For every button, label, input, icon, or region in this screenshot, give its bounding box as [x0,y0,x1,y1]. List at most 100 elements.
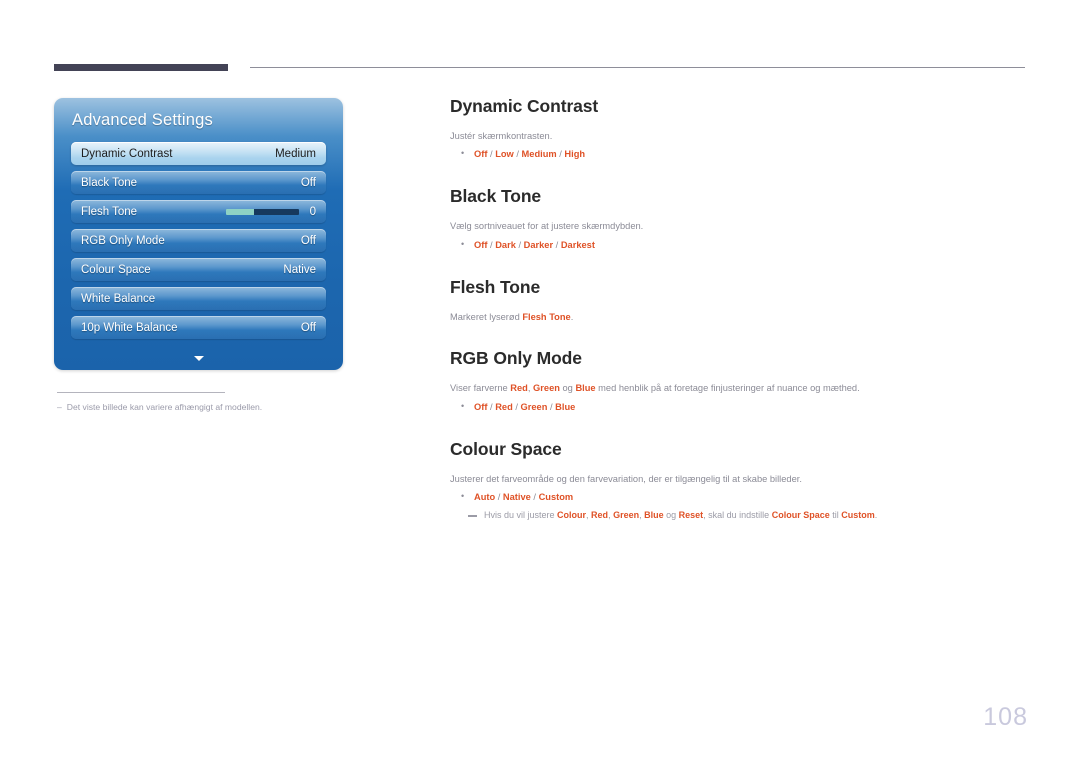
option-value: Native [502,492,531,503]
option-value: Off [474,239,488,250]
inline-term: Red [510,383,528,394]
slider-fill [226,208,254,215]
osd-row[interactable]: Flesh Tone 0 [71,200,326,223]
osd-panel-title: Advanced Settings [72,111,213,129]
inline-term: Colour Space [771,510,830,521]
inline-text: . [570,311,574,322]
section-heading: Black Tone [450,186,542,207]
left-note-line: – Det viste billede kan variere afhængigt… [57,402,357,413]
option-separator: / [515,239,524,250]
option-list-item: Off / Dark / Darker / Darkest [450,238,1030,253]
osd-row-value: Off [300,234,316,247]
inline-term: Reset [678,510,704,521]
inline-term: Colour [557,510,587,521]
inline-term: Red [591,510,609,521]
option-value: Off [474,401,488,412]
header-rule-thick [54,64,228,71]
osd-row-label: Colour Space [81,263,151,276]
option-value: Red [495,401,513,412]
inline-text: og [559,383,576,394]
inline-text: til [829,510,842,521]
section-heading: Colour Space [450,438,562,459]
article-body: Dynamic Contrast Justér skærmkontrasten. O… [450,96,1030,523]
osd-row[interactable]: RGB Only Mode Off [71,229,326,252]
option-separator: / [512,401,521,412]
header-rule-thin [250,67,1025,68]
option-separator: / [513,149,522,160]
option-list: Off / Low / Medium / High [450,147,1030,162]
inline-term: Custom [841,510,875,521]
slider-track[interactable] [226,208,299,215]
osd-row-label: 10p White Balance [81,321,178,334]
osd-advanced-settings-panel: Advanced Settings Dynamic Contrast Medium… [54,98,343,370]
inline-text: med henblik på at foretage finjusteringe… [595,383,860,394]
option-list-item: Off / Red / Green / Blue [450,400,1030,415]
option-value: Blue [555,401,576,412]
osd-row-value: 0 [309,205,316,218]
osd-menu-list: Dynamic Contrast Medium Black Tone Off Flesh… [71,142,326,345]
osd-row-value: Medium [275,147,316,160]
section-description: Justér skærmkontrasten. [450,131,553,141]
inline-text: Markeret lyserød [450,311,523,322]
chevron-down-icon [193,356,204,361]
article-section: Black Tone Vælg sortniveauet for at juste… [450,186,1030,252]
inline-term: Flesh Tone [522,311,571,322]
section-description: Vælg sortniveauet for at justere skærmdy… [450,221,644,232]
article-section: Dynamic Contrast Justér skærmkontrasten. O… [450,96,1030,162]
header-rule [54,64,1025,74]
option-value: Low [495,149,514,160]
option-separator: / [547,401,556,412]
option-value: High [564,149,586,160]
section-heading: Dynamic Contrast [450,96,599,116]
section-description: Markeret lyserød Flesh Tone. [450,311,1030,324]
option-value: Medium [521,149,557,160]
option-list: Auto / Native / Custom [450,490,1030,505]
osd-row-value: Native [283,263,316,276]
osd-scroll-more[interactable] [54,348,343,361]
osd-row-value: Off [300,176,316,189]
inline-term: Blue [575,383,596,394]
option-value: Dark [495,239,516,250]
option-value: Auto [474,492,496,503]
osd-row-label: Black Tone [81,176,138,189]
inline-text: Viser farverne [450,383,511,394]
section-heading: RGB Only Mode [450,348,582,369]
osd-row-value: Off [300,321,316,334]
osd-row[interactable]: Black Tone Off [71,171,326,194]
osd-row[interactable]: Dynamic Contrast Medium [71,142,326,165]
inline-text: og [663,510,679,521]
inline-term: Green [533,383,560,394]
inline-term: Green [613,510,640,521]
article-section: Flesh Tone Markeret lyserød Flesh Tone. [450,277,1030,324]
section-subnote: Hvis du vil justere Colour, Red, Green, … [450,509,1030,523]
osd-row[interactable]: Colour Space Native [71,258,326,281]
page-number: 108 [983,703,1028,731]
option-separator: / [495,492,503,503]
left-note-rule [57,392,225,393]
inline-text: Hvis du vil justere [484,510,558,521]
left-note-dash: – [57,402,62,412]
section-description: Justerer det farveområde og den farvevar… [450,473,802,484]
section-heading: Flesh Tone [450,276,541,297]
osd-row-slider[interactable]: 0 [226,206,316,218]
osd-row-label: Dynamic Contrast [81,147,173,160]
osd-row-label: White Balance [81,292,156,305]
option-list-item: Off / Low / Medium / High [450,147,1030,162]
option-list: Off / Dark / Darker / Darkest [450,238,1030,253]
inline-text: . [874,510,878,521]
slider-remainder [253,208,299,215]
left-figure-note: – Det viste billede kan variere afhængigt… [57,392,357,413]
osd-row-label: RGB Only Mode [81,234,165,247]
option-value: Off [474,149,488,160]
osd-row[interactable]: 10p White Balance Off [71,316,326,339]
option-separator: / [530,492,539,503]
option-list: Off / Red / Green / Blue [450,400,1030,415]
osd-row[interactable]: White Balance [71,287,326,310]
inline-term: Blue [644,510,664,521]
option-list-item: Auto / Native / Custom [450,490,1030,505]
osd-row-label: Flesh Tone [81,205,138,218]
left-note-text: Det viste billede kan variere afhængigt … [66,402,263,412]
option-separator: / [553,239,561,250]
option-value: Custom [538,492,574,503]
option-value: Green [520,401,548,412]
